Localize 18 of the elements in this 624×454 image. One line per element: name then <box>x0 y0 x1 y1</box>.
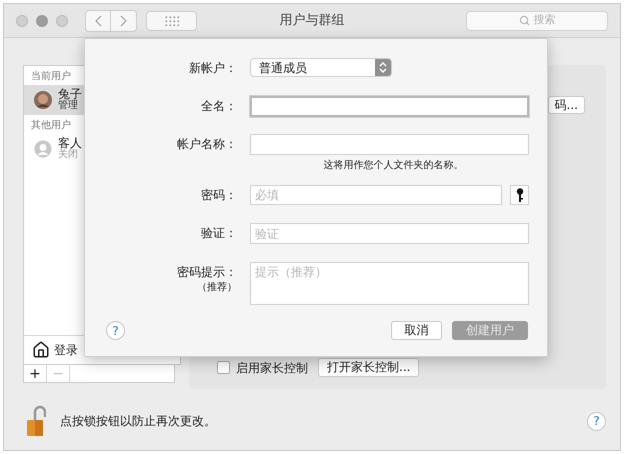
section-header: 其他用户 <box>30 118 72 133</box>
section-header: 当前用户 <box>30 70 72 84</box>
field-label: 密码提示： <box>177 264 237 281</box>
field-label: 帐户名称： <box>177 136 237 153</box>
field-label: 全名： <box>201 98 237 115</box>
window-title: 用户与群组 <box>280 12 344 30</box>
lock-message: 点按锁按钮以防止再次更改。 <box>60 413 216 430</box>
user-role: 关闭 <box>58 149 78 161</box>
user-name: 兔子 <box>58 88 82 100</box>
field-label: 密码： <box>201 187 237 204</box>
field-label: 新帐户： <box>189 60 237 77</box>
field-note: 这将用作您个人文件夹的名称。 <box>324 158 464 173</box>
checkbox-label: 启用家长控制 <box>236 360 308 376</box>
user-role: 管理 <box>58 100 79 112</box>
user-name: 客人 <box>58 137 82 149</box>
field-label: 验证： <box>201 225 237 242</box>
field-sublabel: （推荐） <box>197 282 237 294</box>
search-placeholder: 搜索 <box>534 12 556 28</box>
